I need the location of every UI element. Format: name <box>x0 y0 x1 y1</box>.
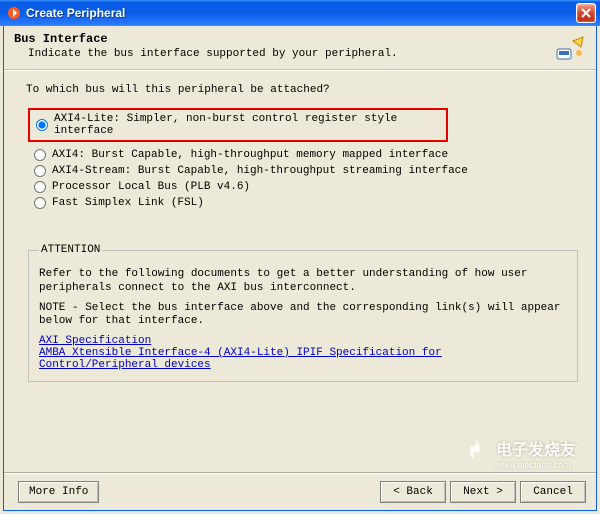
question-label: To which bus will this peripheral be att… <box>26 84 580 96</box>
radio-axi4-lite[interactable]: AXI4-Lite: Simpler, non-burst control re… <box>32 112 444 138</box>
page-title: Bus Interface <box>14 32 586 46</box>
radio-fsl[interactable]: Fast Simplex Link (FSL) <box>30 196 580 210</box>
app-icon <box>6 5 22 21</box>
attention-legend: ATTENTION <box>39 244 102 256</box>
wizard-header: Bus Interface Indicate the bus interface… <box>4 26 596 70</box>
highlight-box: AXI4-Lite: Simpler, non-burst control re… <box>28 108 448 142</box>
wizard-body: To which bus will this peripheral be att… <box>4 70 596 472</box>
radio-axi4-stream[interactable]: AXI4-Stream: Burst Capable, high-through… <box>30 164 580 178</box>
radio-input-axi4-lite[interactable] <box>36 119 48 131</box>
back-button[interactable]: < Back <box>380 481 446 503</box>
wizard-footer: More Info < Back Next > Cancel <box>4 472 596 510</box>
more-info-button[interactable]: More Info <box>18 481 99 503</box>
cancel-button[interactable]: Cancel <box>520 481 586 503</box>
radio-axi4[interactable]: AXI4: Burst Capable, high-throughput mem… <box>30 148 580 162</box>
bus-options-group: AXI4-Lite: Simpler, non-burst control re… <box>30 108 580 210</box>
radio-label: Fast Simplex Link (FSL) <box>52 197 204 209</box>
close-button[interactable] <box>576 3 596 23</box>
radio-label: AXI4: Burst Capable, high-throughput mem… <box>52 149 448 161</box>
attention-para1: Refer to the following documents to get … <box>39 268 567 296</box>
radio-input-axi4[interactable] <box>34 149 46 161</box>
attention-para2: NOTE - Select the bus interface above an… <box>39 302 567 330</box>
radio-label: AXI4-Lite: Simpler, non-burst control re… <box>54 113 442 137</box>
radio-input-fsl[interactable] <box>34 197 46 209</box>
radio-plb[interactable]: Processor Local Bus (PLB v4.6) <box>30 180 580 194</box>
radio-label: AXI4-Stream: Burst Capable, high-through… <box>52 165 468 177</box>
window-title: Create Peripheral <box>26 6 576 20</box>
next-button[interactable]: Next > <box>450 481 516 503</box>
title-bar: Create Peripheral <box>0 0 600 26</box>
link-axi-spec[interactable]: AXI Specification <box>39 335 151 347</box>
link-axi4lite-ipif-spec[interactable]: AMBA Xtensible Interface-4 (AXI4-Lite) I… <box>39 347 442 371</box>
page-subtitle: Indicate the bus interface supported by … <box>14 48 586 60</box>
radio-input-plb[interactable] <box>34 181 46 193</box>
radio-input-axi4-stream[interactable] <box>34 165 46 177</box>
close-icon <box>581 8 591 18</box>
attention-group: ATTENTION Refer to the following documen… <box>28 244 578 382</box>
client-area: Bus Interface Indicate the bus interface… <box>3 26 597 511</box>
wizard-icon <box>552 30 588 66</box>
radio-label: Processor Local Bus (PLB v4.6) <box>52 181 250 193</box>
